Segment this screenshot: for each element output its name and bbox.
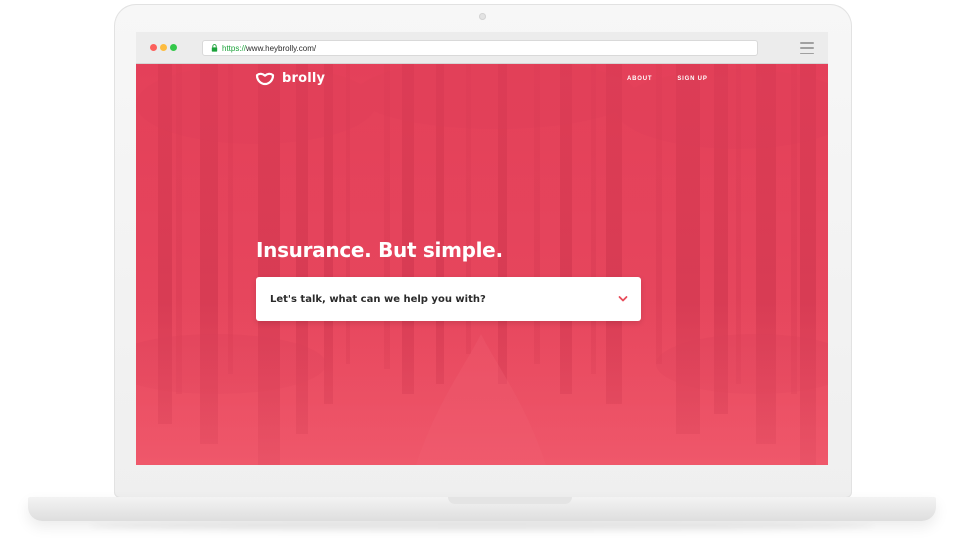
laptop-base (28, 497, 936, 521)
laptop-shadow (90, 521, 874, 531)
chevron-down-icon (618, 296, 628, 302)
maximize-window-button[interactable] (170, 44, 177, 51)
browser-toolbar: https://www.heybrolly.com/ (136, 32, 828, 64)
browser-window: https://www.heybrolly.com/ brolly ABOUT … (136, 32, 828, 465)
help-dropdown-label: Let's talk, what can we help you with? (270, 293, 486, 305)
close-window-button[interactable] (150, 44, 157, 51)
minimize-window-button[interactable] (160, 44, 167, 51)
lock-icon (208, 42, 220, 54)
laptop-notch (448, 497, 572, 504)
nav-sign-up-link[interactable]: SIGN UP (677, 76, 707, 82)
help-dropdown[interactable]: Let's talk, what can we help you with? (256, 277, 641, 321)
logo[interactable]: brolly (255, 71, 325, 86)
webpage: brolly ABOUT SIGN UP Insurance. But simp… (136, 64, 828, 465)
url-protocol: https:// (222, 43, 247, 53)
nav-about-link[interactable]: ABOUT (627, 76, 652, 82)
camera-icon (479, 13, 486, 20)
logo-text: brolly (282, 71, 326, 86)
color-overlay (136, 64, 828, 465)
menu-icon[interactable] (800, 42, 814, 54)
top-nav: ABOUT SIGN UP (627, 76, 708, 82)
hero-title: Insurance. But simple. (256, 238, 503, 262)
umbrella-smile-icon (255, 72, 275, 85)
url-host: www.heybrolly.com/ (246, 43, 317, 53)
address-bar[interactable]: https://www.heybrolly.com/ (202, 40, 758, 56)
url-text: https://www.heybrolly.com/ (222, 44, 316, 53)
